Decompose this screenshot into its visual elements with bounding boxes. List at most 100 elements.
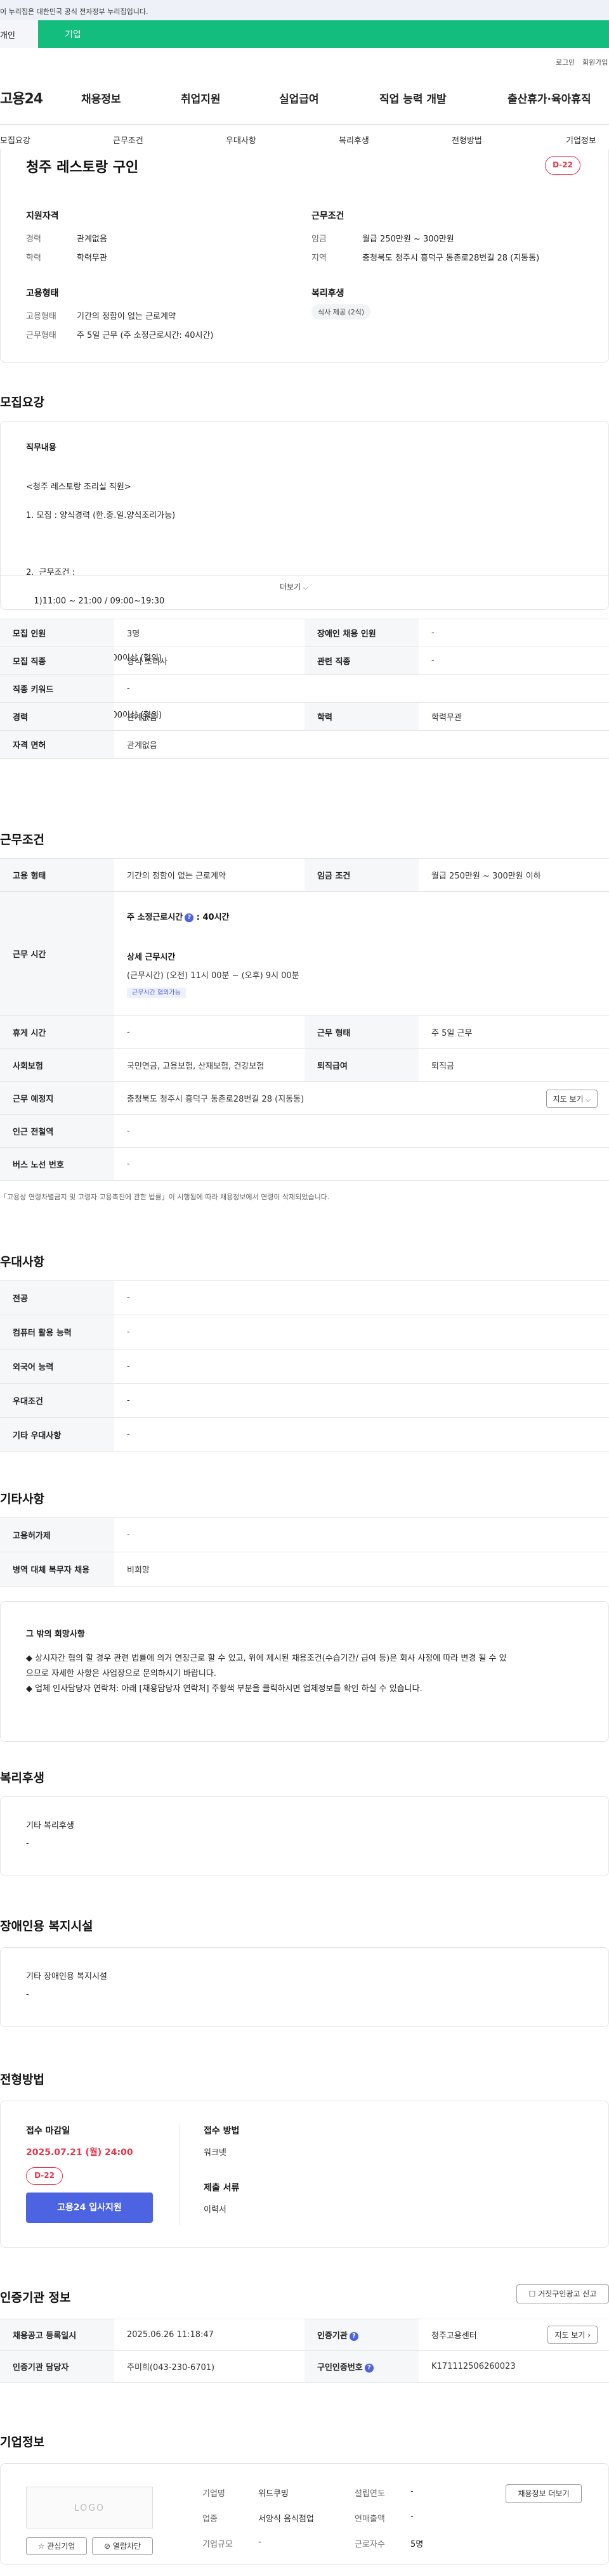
table-row: 자격 면허 관계없음 — [0, 730, 609, 759]
job-title: 청주 레스토랑 구인 — [26, 160, 139, 176]
cert-table: 채용공고 등록일시 2025.06.26 11:18:47 인증기관? 청주고용… — [0, 2319, 609, 2383]
founded-label: 설립연도 — [355, 2489, 385, 2499]
table-row: 전공 - — [0, 1280, 609, 1315]
tab-personal[interactable]: 개인 — [0, 20, 38, 48]
place-value: 충청북도 청주시 흥덕구 동촌로28번길 28 (지동동) — [127, 1095, 304, 1104]
process-card: 접수 마감일 2025.07.21 (월) 24:00 D-22 고용24 입사… — [0, 2101, 609, 2248]
report-button-label: 거짓구인광고 신고 — [538, 2289, 597, 2298]
tab-company[interactable]: 기업 — [38, 20, 609, 48]
gov-banner: 이 누리집은 대한민국 공식 전자정부 누리집입니다. — [0, 0, 609, 20]
table-cell: - — [114, 1349, 609, 1384]
gov-banner-text: 이 누리집은 대한민국 공식 전자정부 누리집입니다. — [0, 8, 148, 16]
table-cell: - — [419, 647, 609, 675]
gnb-item-unemployment-benefit[interactable]: 실업급여 — [279, 90, 319, 106]
staff-label: 근로자수 — [355, 2540, 385, 2549]
founded-value: - — [410, 2487, 414, 2496]
table-header-cell: 자격 면허 — [0, 730, 114, 759]
deadline-label: 접수 마감일 — [26, 2126, 70, 2136]
login-link[interactable]: 로그인 — [556, 57, 575, 67]
join-link[interactable]: 회원가입 — [582, 57, 608, 67]
table-header-cell: 채용공고 등록일시 — [0, 2319, 114, 2351]
size-value: - — [258, 2537, 261, 2547]
report-icon: ☐ — [528, 2289, 536, 2298]
table-row: 버스 노선 번호 - — [0, 1147, 609, 1181]
table-header-cell: 우대조건 — [0, 1383, 114, 1418]
table-row: 채용공고 등록일시 2025.06.26 11:18:47 인증기관? 청주고용… — [0, 2319, 609, 2351]
wage-value: 월급 250만원 ~ 300만원 — [362, 235, 454, 244]
section-nav-company[interactable]: 기업정보 — [566, 134, 596, 146]
table-cell: - — [114, 674, 609, 703]
table-header-cell: 임금 조건 — [304, 858, 419, 892]
star-icon: ☆ — [37, 2542, 45, 2551]
welfare-value: - — [26, 1839, 29, 1848]
etc-line: ◆ 상시자간 협의 할 경우 관련 법률에 의거 연장근로 할 수 있고, 위에… — [26, 1654, 507, 1663]
more-button[interactable]: 더보기 ⌵ — [280, 581, 308, 592]
table-cell: 관계없음 — [114, 730, 609, 759]
table-row: 외국어 능력 - — [0, 1349, 609, 1384]
etc-box: 그 밖의 희망사항 ◆ 상시자간 협의 할 경우 관련 법률에 의거 연장근로 … — [0, 1601, 609, 1742]
gnb-item-parental-leave[interactable]: 출산휴가·육아휴직 — [508, 90, 591, 106]
table-header-cell: 학력 — [304, 702, 419, 731]
info-icon[interactable]: ? — [185, 913, 194, 922]
block-view-button[interactable]: ⊘ 열람차단 — [92, 2537, 153, 2555]
section-title-disabled: 장애인용 복지시설 — [0, 1919, 93, 1933]
table-row: 병역 대체 복무자 채용 비희망 — [0, 1552, 609, 1587]
welfare-title: 복리후생 — [311, 288, 344, 299]
table-cell: 2025.06.26 11:18:47 — [114, 2319, 304, 2351]
section-title-work: 근무조건 — [0, 833, 44, 847]
table-header-cell: 모집 인원 — [0, 619, 114, 647]
gnb-item-employment-support[interactable]: 취업지원 — [181, 90, 221, 106]
career-value: 관계없음 — [77, 235, 107, 244]
table-header-cell: 근무 시간 — [0, 891, 114, 1016]
table-cell: - — [114, 1315, 609, 1349]
work-type-value: 주 5일 근무 (주 소정근로시간: 40시간) — [77, 331, 214, 340]
site-logo[interactable]: 고용24 — [0, 87, 43, 108]
apply-button[interactable]: 고용24 입사지원 — [26, 2193, 153, 2223]
method-label: 접수 방법 — [204, 2126, 240, 2136]
map-button[interactable]: 지도 보기 ⌵ — [546, 1090, 598, 1108]
docs-value: 이력서 — [204, 2205, 226, 2215]
org-label: 인증기관 — [317, 2331, 348, 2341]
section-nav-work[interactable]: 근무조건 — [113, 134, 143, 146]
table-row: 경력 관계없음 학력 학력무관 — [0, 702, 609, 731]
section-title-company: 기업정보 — [0, 2435, 44, 2449]
section-nav-process[interactable]: 전형방법 — [452, 134, 482, 146]
industry-value: 서양식 음식점업 — [258, 2515, 314, 2524]
etc-line: ◆ 업체 인사담당자 연락처: 아래 [채용담당자 연락처] 주황색 부분을 클… — [26, 1684, 422, 1694]
table-row: 우대조건 - — [0, 1383, 609, 1418]
cert-map-button[interactable]: 지도 보기 › — [547, 2326, 598, 2344]
table-row: 기타 우대사항 - — [0, 1417, 609, 1452]
duty-line: 1)11:00 ~ 21:00 / 09:00~19:30 — [26, 596, 165, 606]
report-button[interactable]: ☐ 거짓구인광고 신고 — [516, 2284, 609, 2303]
process-dday-badge: D-22 — [26, 2167, 63, 2185]
block-icon: ⊘ — [103, 2542, 111, 2551]
table-header-cell: 전공 — [0, 1280, 114, 1315]
gnb-item-job-training[interactable]: 직업 능력 개발 — [379, 90, 447, 106]
info-icon[interactable]: ? — [364, 2363, 374, 2373]
table-row: 고용허가제 - — [0, 1517, 609, 1552]
favorite-company-button[interactable]: ☆ 관심기업 — [26, 2537, 87, 2555]
duty-line: 2. 근무조건 : — [26, 568, 75, 577]
section-nav-recruit[interactable]: 모집요강 — [0, 134, 30, 146]
welfare-chip: 식사 제공 (2식) — [311, 304, 371, 319]
table-row: 직종 키워드 - — [0, 674, 609, 703]
table-cell: - — [114, 1417, 609, 1452]
table-cell: - — [419, 619, 609, 647]
info-icon[interactable]: ? — [349, 2331, 358, 2341]
emp-title: 고용형태 — [26, 288, 59, 299]
gnb-item-jobs[interactable]: 채용정보 — [81, 90, 121, 106]
org-value: 청주고용센터 — [431, 2331, 477, 2341]
emp-type-label: 고용형태 — [26, 312, 56, 321]
duty-card: 직무내용 <청주 레스토랑 조리실 직원> 1. 모집 : 양식경력 (한.중.… — [0, 421, 609, 720]
industry-label: 업종 — [202, 2515, 218, 2524]
more-jobs-button[interactable]: 채용정보 더보기 — [506, 2484, 582, 2503]
work-type-label: 근무형태 — [26, 331, 56, 340]
work-time-cell: 주 소정근로시간? : 40시간 상세 근무시간 (근무시간) (오전) 11시… — [114, 891, 609, 1016]
map-button-label: 지도 보기 — [553, 1095, 584, 1104]
table-header-cell: 고용허가제 — [0, 1517, 114, 1552]
favorite-label: 관심기업 — [47, 2542, 75, 2551]
section-nav-preference[interactable]: 우대사항 — [226, 134, 256, 146]
table-header-cell: 인근 전철역 — [0, 1114, 114, 1148]
section-nav-welfare[interactable]: 복리후생 — [339, 134, 369, 146]
table-header-cell: 인증기관 담당자 — [0, 2350, 114, 2383]
